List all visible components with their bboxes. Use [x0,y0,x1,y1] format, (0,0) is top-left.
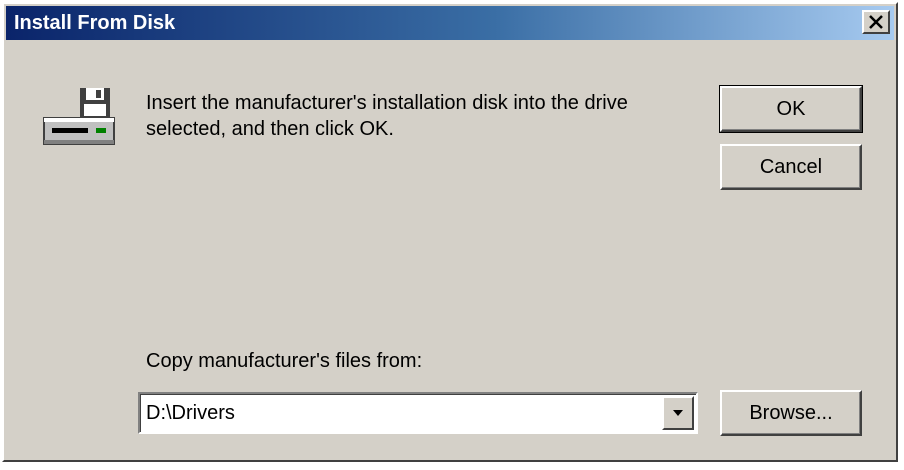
browse-button[interactable]: Browse... [720,390,862,436]
ok-button[interactable]: OK [719,85,863,133]
install-from-disk-dialog: Install From Disk Insert the manufacture… [2,2,898,462]
floppy-drive-icon [40,84,118,154]
copy-from-value[interactable]: D:\Drivers [146,402,235,425]
cancel-button[interactable]: Cancel [720,144,862,190]
close-button[interactable] [862,10,890,34]
title-bar[interactable]: Install From Disk [6,6,894,40]
close-icon [869,15,883,29]
instruction-text: Insert the manufacturer's installation d… [146,92,628,140]
dialog-title: Install From Disk [14,12,176,34]
chevron-down-icon [673,410,683,416]
dropdown-button[interactable] [662,396,694,430]
copy-from-combobox[interactable]: D:\Drivers [138,392,698,434]
copy-from-label: Copy manufacturer's files from: [146,350,423,372]
